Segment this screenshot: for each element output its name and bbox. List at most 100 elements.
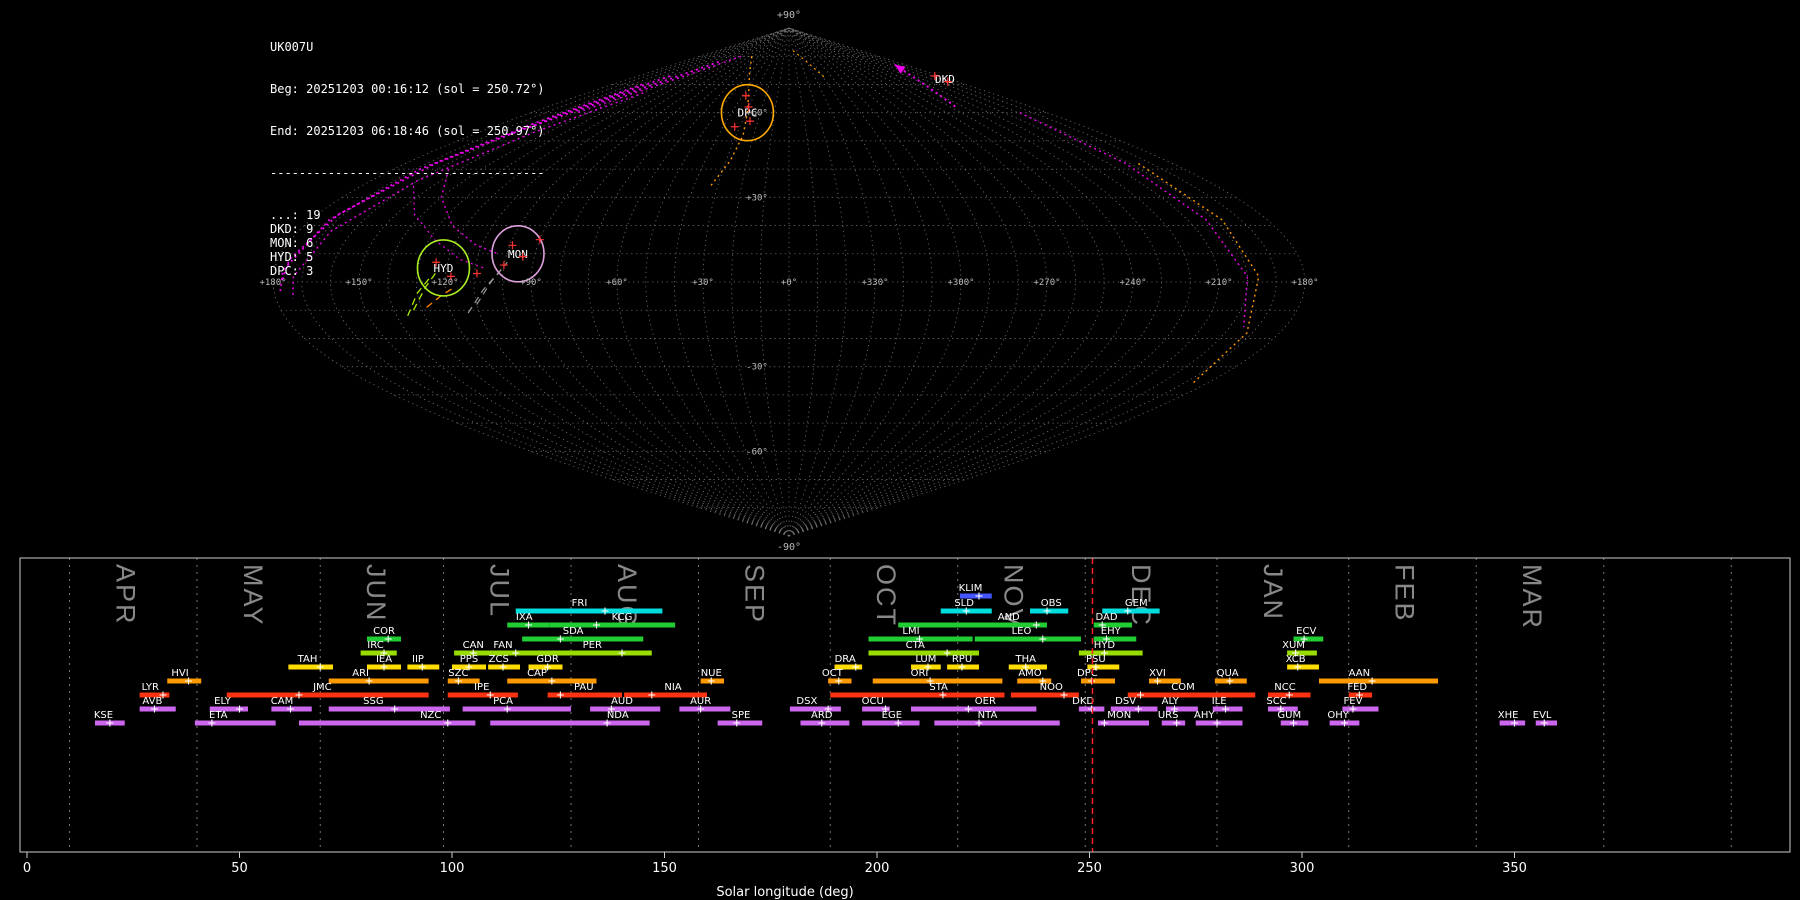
shower-label-eta: ETA: [209, 710, 228, 721]
shower-label-leo: LEO: [1012, 626, 1032, 637]
shower-label-mon: MON: [1107, 710, 1131, 721]
svg-text:+60°: +60°: [746, 109, 768, 119]
shower-label-zcs: ZCS: [489, 654, 509, 665]
shower-bar-oer: [911, 706, 1037, 712]
shower-bar-aan: [1319, 678, 1438, 684]
shower-bar-jmc: [226, 692, 429, 698]
count-line: ...: 19: [270, 208, 321, 222]
shower-label-ori: ORI: [911, 668, 929, 679]
shower-label-iip: IIP: [412, 654, 424, 665]
shower-bar-pca: [462, 706, 571, 712]
plus-icon: [741, 91, 750, 100]
shower-count-list: ...: 19 DKD: 9 MON: 6 HYD: 5 DPC: 3: [270, 208, 545, 278]
end-time: End: 20251203 06:18:46 (sol = 250.97°): [270, 124, 545, 138]
count-line: DPC: 3: [270, 264, 314, 278]
shower-label-qua: QUA: [1217, 668, 1239, 679]
meteor-orbit-screen: UK007U Beg: 20251203 00:16:12 (sol = 250…: [0, 0, 1800, 900]
shower-bar-aur: [679, 706, 731, 712]
shower-bars: KLIM FRI SLD OBS GEM IXA KCG AND DAD COR SDA LMI LEO…: [94, 583, 1557, 727]
shower-label-iea: IEA: [376, 654, 392, 665]
shower-label-ard: ARD: [811, 710, 833, 721]
shower-label-pau: PAU: [574, 682, 594, 693]
shower-bar-com: [1127, 692, 1256, 698]
month-label: JUN: [361, 564, 391, 623]
station-id: UK007U: [270, 40, 314, 54]
shower-label-ncc: NCC: [1274, 682, 1295, 693]
x-tick-label: 250: [1077, 861, 1102, 876]
shower-label-hyd: HYD: [1094, 640, 1116, 651]
shower-bar-hvi: [167, 678, 202, 684]
shower-label-tha: THA: [1015, 654, 1037, 665]
x-tick-label: 150: [652, 861, 677, 876]
activity-timeline: APR MAY JUN JUL AUG SEP OCT NOV DEC JAN FEB MARKLIM…: [19, 557, 1791, 900]
shower-label-ely: ELY: [214, 696, 232, 707]
shower-label-irc: IRC: [367, 640, 383, 651]
count-line: DKD: 9: [270, 222, 314, 236]
shower-label-ixa: IXA: [516, 612, 533, 623]
shower-bar-dpc: [1081, 678, 1115, 684]
svg-text:+240°: +240°: [1119, 278, 1146, 288]
x-axis-title: Solar longitude (deg): [716, 885, 853, 900]
shower-label-nia: NIA: [664, 682, 681, 693]
svg-text:+90°: +90°: [777, 10, 801, 21]
shower-label-nda: NDA: [607, 710, 629, 721]
observation-header: UK007U Beg: 20251203 00:16:12 (sol = 250…: [270, 12, 545, 306]
shower-label-ocu: OCU: [862, 696, 884, 707]
svg-text:-90°: -90°: [777, 542, 801, 553]
shower-label-fan: FAN: [493, 640, 512, 651]
x-tick-label: 100: [440, 861, 465, 876]
shower-label-hvi: HVI: [171, 668, 188, 679]
month-label: FEB: [1390, 564, 1420, 623]
shower-label-lmi: LMI: [902, 626, 919, 637]
shower-label-ahy: AHY: [1194, 710, 1215, 721]
radiant-label-dkd: DKD: [935, 73, 955, 86]
svg-text:+300°: +300°: [947, 278, 974, 288]
shower-label-spe: SPE: [732, 710, 751, 721]
shower-bar-eta: [194, 720, 276, 726]
shower-label-cam: CAM: [271, 696, 293, 707]
shower-label-xhe: XHE: [1498, 710, 1519, 721]
count-line: HYD: 5: [270, 250, 314, 264]
shower-label-psu: PSU: [1086, 654, 1106, 665]
month-labels: APR MAY JUN JUL AUG SEP OCT NOV DEC JAN FEB MAR: [110, 564, 1547, 630]
shower-label-can: CAN: [463, 640, 484, 651]
shower-label-kse: KSE: [94, 710, 113, 721]
shower-label-urs: URS: [1158, 710, 1179, 721]
x-tick-label: 0: [23, 861, 31, 876]
shower-label-nta: NTA: [978, 710, 998, 721]
svg-text:-60°: -60°: [746, 447, 768, 457]
shower-bar-nda: [490, 720, 650, 726]
shower-label-cta: CTA: [906, 640, 925, 651]
shower-bar-ege: [862, 720, 920, 726]
shower-label-noo: NOO: [1040, 682, 1063, 693]
shower-label-pca: PCA: [493, 696, 513, 707]
shower-label-and: AND: [998, 612, 1020, 623]
shower-label-tah: TAH: [297, 654, 318, 665]
shower-label-dad: DAD: [1095, 612, 1117, 623]
shower-label-sta: STA: [929, 682, 948, 693]
shower-label-fev: FEV: [1344, 696, 1363, 707]
shower-label-ege: EGE: [882, 710, 902, 721]
meteor-trail: [576, 55, 742, 114]
month-label: JAN: [1258, 564, 1288, 621]
shower-label-kcg: KCG: [612, 612, 633, 623]
shower-label-ehy: EHY: [1101, 626, 1122, 637]
svg-text:+210°: +210°: [1205, 278, 1232, 288]
shower-label-avb: AVB: [142, 696, 162, 707]
shower-label-xcb: XCB: [1286, 654, 1306, 665]
shower-label-scc: SCC: [1266, 696, 1286, 707]
shower-label-ssg: SSG: [363, 696, 383, 707]
shower-label-aly: ALY: [1162, 696, 1180, 707]
shower-label-jmc: JMC: [312, 682, 332, 693]
shower-label-dsv: DSV: [1115, 696, 1136, 707]
shower-bar-noo: [1010, 692, 1079, 698]
month-label: MAR: [1517, 564, 1547, 630]
svg-text:+330°: +330°: [861, 278, 888, 288]
shower-label-klim: KLIM: [959, 583, 983, 594]
shower-label-fed: FED: [1347, 682, 1367, 693]
shower-label-evl: EVL: [1533, 710, 1552, 721]
shower-label-gum: GUM: [1277, 710, 1301, 721]
shower-bar-leo: [974, 636, 1081, 642]
shower-bar-xcb: [1287, 664, 1319, 670]
shower-label-obs: OBS: [1041, 598, 1062, 609]
